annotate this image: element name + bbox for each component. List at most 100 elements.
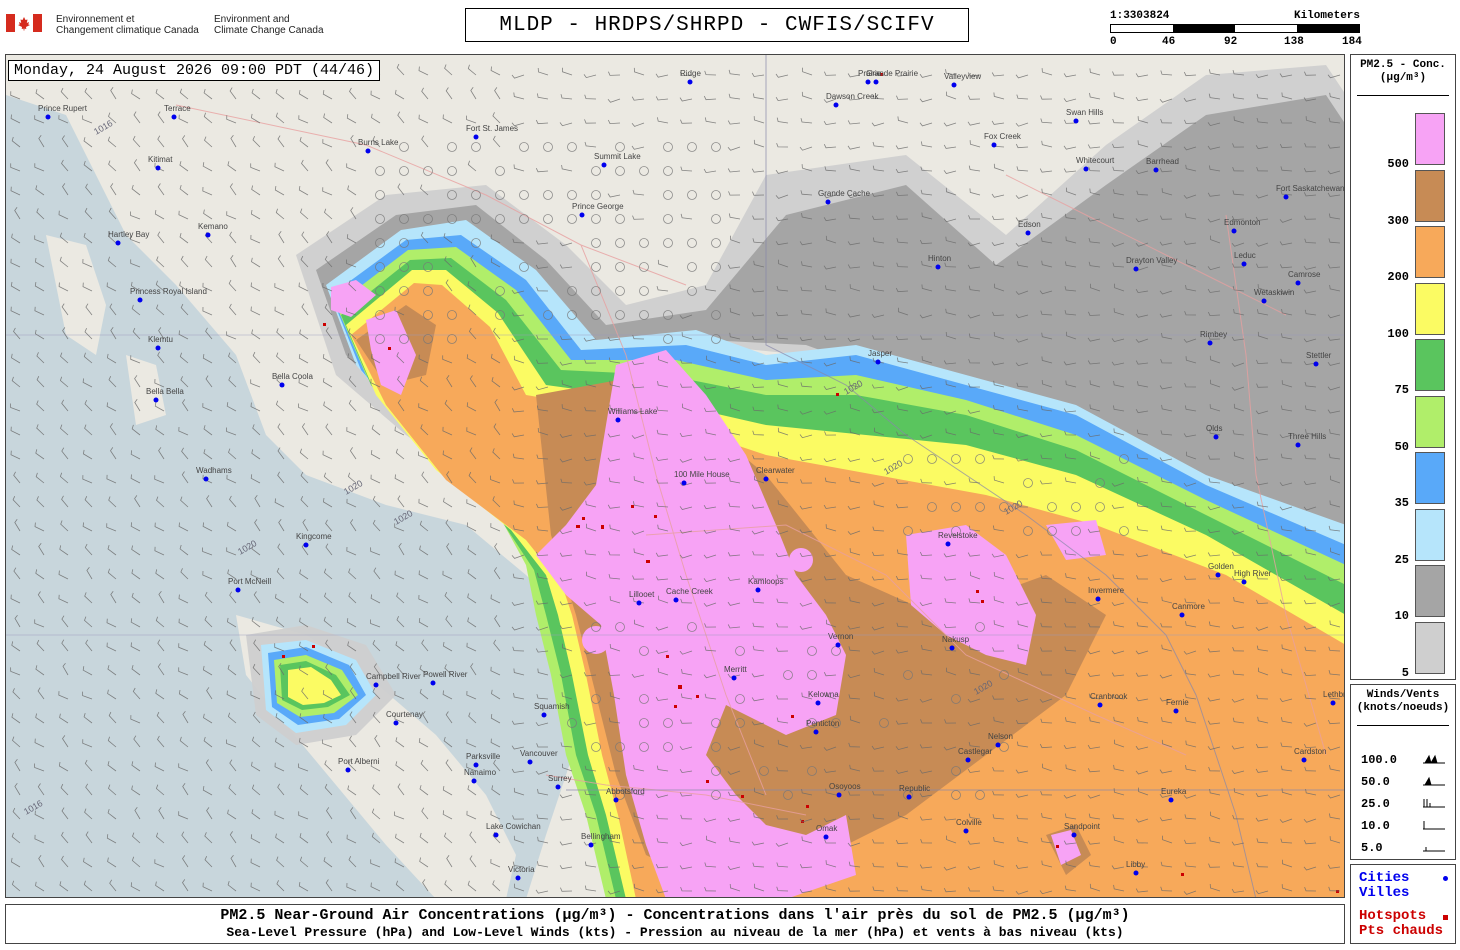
hotspot-marker [654,515,657,518]
map-caption: PM2.5 Near-Ground Air Concentrations (µg… [5,904,1345,944]
place-label: Ridge [680,69,701,78]
city-dot-icon [1443,876,1448,881]
map-panel[interactable]: Prince Rupert Terrace Kitimat Kemano Hartley… [5,54,1345,898]
wind-barb-5-icon [1423,847,1445,852]
place-label: Nelson [988,732,1013,741]
cities-label-en: Cities [1359,870,1410,886]
city-marker [935,264,941,270]
city-marker [1073,118,1079,124]
legend-divider [1357,95,1449,96]
place-label: Lake Cowichan [486,822,541,831]
legend-bin: 500 [1357,111,1451,171]
hotspot-marker [388,347,391,350]
city-marker [1231,228,1237,234]
place-label: Squamish [534,702,570,711]
city-marker [345,767,351,773]
place-label: Burns Lake [358,138,399,147]
forecast-timestamp: Monday, 24 August 2026 09:00 PDT (44/46) [8,60,381,81]
city-marker [1241,261,1247,267]
hotspot-marker [706,780,709,783]
city-marker [875,359,881,365]
city-marker [473,134,479,140]
city-marker [991,142,997,148]
place-label: Kingcome [296,532,332,541]
scale-ticks: 0 46 92 138 184 [1110,36,1362,48]
city-marker [1168,797,1174,803]
city-marker [235,587,241,593]
city-marker [279,382,285,388]
place-label: Williams Lake [608,407,658,416]
city-marker [1083,166,1089,172]
city-marker [636,600,642,606]
place-label: Three Hills [1288,432,1326,441]
wind-barb-100-icon [1423,754,1445,764]
legend-swatch [1415,169,1445,222]
city-marker [1313,361,1319,367]
city-marker [541,712,547,718]
legend-title-line2: (µg/m³) [1379,72,1427,84]
place-label: 100 Mile House [674,470,730,479]
city-marker [1215,572,1221,578]
place-label: Vancouver [520,749,558,758]
agency-fr-line2: Changement climatique Canada [56,25,199,36]
legend-swatch [1415,452,1445,504]
hotspot-marker [696,695,699,698]
cities-legend-label: Cities Villes [1359,871,1409,901]
place-label: Fox Creek [984,132,1022,141]
city-marker [825,199,831,205]
place-label: Parksville [466,752,501,761]
place-label: Merritt [724,665,747,674]
wind-row: 10.0 [1361,817,1451,837]
wind-barb-50-icon [1423,776,1445,786]
place-label: Dawson Creek [826,92,879,101]
place-label: Nanaimo [464,768,497,777]
place-label: Hinton [928,254,951,263]
place-label: Canmore [1172,602,1205,611]
city-marker [687,79,693,85]
place-label: Prairie [858,69,882,78]
place-label: Courtenay [386,710,423,719]
scale-tick: 0 [1110,36,1117,48]
hotspot-marker [1181,873,1184,876]
place-label: Abbotsford [606,787,645,796]
place-label: Penticton [806,719,839,728]
winds-legend-title: Winds/Vents (knots/noeuds) [1351,689,1455,715]
legend-title: PM2.5 - Conc. (µg/m³) [1351,59,1455,85]
city-marker [906,794,912,800]
hotspot-marker [282,655,285,658]
city-marker [205,232,211,238]
agency-en-line2: Climate Change Canada [214,25,324,36]
place-label: Stettler [1306,351,1332,360]
hotspot-square-icon [1443,915,1448,920]
city-marker [1071,832,1077,838]
hotspots-legend-label: Hotspots Pts chauds [1359,909,1443,939]
legend-swatch [1415,113,1445,165]
winds-title-line1: Winds/Vents [1366,689,1440,701]
place-label: High River [1234,569,1272,578]
city-marker [823,834,829,840]
scale-bar: 1:3303824 Kilometers 0 46 92 138 184 [1110,10,1362,50]
place-label: Valleyview [944,72,981,81]
caption-line1: PM2.5 Near-Ground Air Concentrations (µg… [220,907,1130,924]
map-canvas[interactable]: Prince Rupert Terrace Kitimat Kemano Hartley… [6,55,1345,898]
place-label: Terrace [164,104,191,113]
place-label: Barrhead [1146,157,1179,166]
place-label: Nakusp [942,635,970,644]
place-label: Swan Hills [1066,108,1103,117]
hotspot-marker [791,715,794,718]
pm25-legend: PM2.5 - Conc. (µg/m³) 500 300 200 100 75 50 35… [1350,54,1456,680]
hotspot-marker [631,505,634,508]
scale-tick: 184 [1342,36,1362,48]
scale-unit: Kilometers [1293,10,1360,22]
city-marker [815,700,821,706]
place-label: Camrose [1288,270,1321,279]
hotspot-marker [1056,845,1059,848]
header: Environnement et Changement climatique C… [0,0,1460,52]
wind-speed-label: 100.0 [1361,753,1398,767]
legend-bin: 5 [1357,620,1451,680]
legend-bin: 300 [1357,168,1451,228]
place-label: Bella Bella [146,387,184,396]
place-label: Prince Rupert [38,104,88,113]
city-marker [1213,434,1219,440]
place-label: Hartley Bay [108,230,149,239]
